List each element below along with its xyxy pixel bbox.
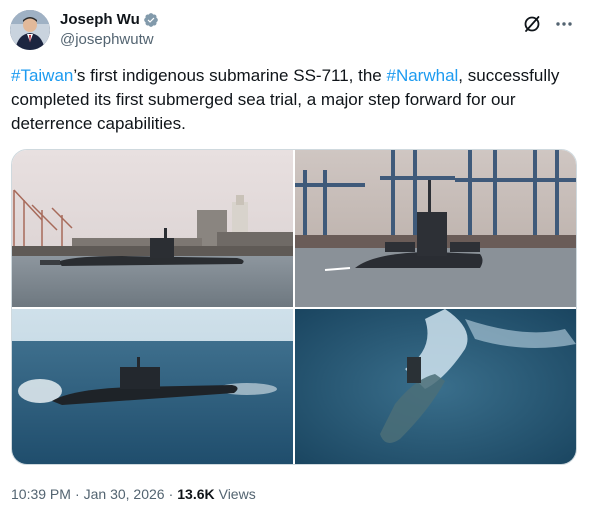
media-image-3[interactable]	[12, 309, 293, 464]
hashtag-narwhal[interactable]: #Narwhal	[386, 66, 458, 85]
tweet-meta: 10:39 PM · Jan 30, 2026 · 13.6K Views	[11, 486, 256, 502]
tweet-time[interactable]: 10:39 PM	[11, 486, 71, 502]
views-count[interactable]: 13.6K	[177, 486, 214, 502]
handle[interactable]: @josephwutw	[60, 31, 159, 49]
verified-badge-icon	[143, 12, 159, 28]
grok-icon[interactable]	[522, 14, 542, 34]
media-image-1[interactable]	[12, 150, 293, 307]
media-grid	[11, 149, 577, 465]
header-actions	[522, 14, 574, 34]
avatar[interactable]	[10, 10, 50, 50]
meta-separator-2: ·	[168, 486, 174, 502]
media-image-4[interactable]	[295, 309, 576, 464]
tweet-text: #Taiwan’s first indigenous submarine SS-…	[11, 64, 571, 136]
tweet-text-part-1: ’s first indigenous submarine SS-711, th…	[73, 66, 387, 85]
meta-separator: ·	[74, 486, 80, 502]
hashtag-taiwan[interactable]: #Taiwan	[11, 66, 73, 85]
views-label: Views	[218, 486, 256, 502]
media-image-2[interactable]	[295, 150, 576, 307]
tweet-card: Joseph Wu @josephwutw #Taiwan’s first in…	[0, 0, 594, 520]
display-name[interactable]: Joseph Wu	[60, 11, 140, 29]
tweet-date[interactable]: Jan 30, 2026	[84, 486, 165, 502]
author-info: Joseph Wu @josephwutw	[60, 11, 159, 49]
more-icon[interactable]	[554, 14, 574, 34]
tweet-header: Joseph Wu @josephwutw	[10, 10, 584, 54]
